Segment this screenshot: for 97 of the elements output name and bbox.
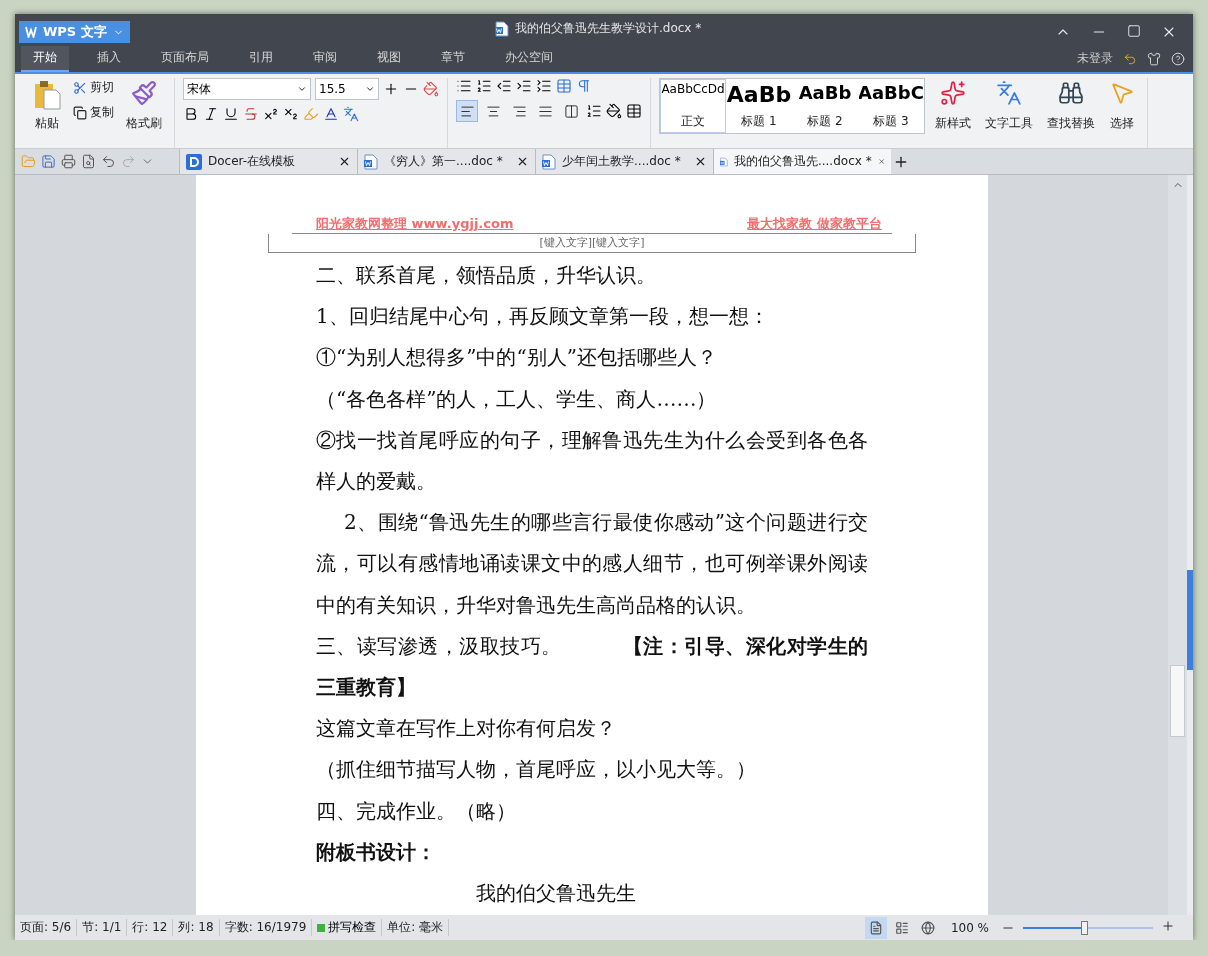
paste-button[interactable]: 粘贴 bbox=[29, 78, 65, 134]
save-icon[interactable] bbox=[41, 154, 56, 169]
font-color-icon[interactable] bbox=[323, 106, 339, 122]
justify-icon bbox=[537, 103, 553, 119]
indent-icon[interactable] bbox=[516, 78, 532, 94]
document-tab[interactable]: 《穷人》第一....doc * bbox=[357, 149, 535, 174]
sparkle-icon bbox=[940, 80, 966, 106]
paragraph: 三、读写渗透，汲取技巧。 【注：引导、深化对学生的三重教育】 bbox=[316, 632, 868, 702]
scissors-icon bbox=[73, 80, 87, 95]
shading-icon[interactable] bbox=[606, 103, 622, 119]
status-text: 字数: 16/1979 bbox=[219, 919, 313, 936]
numbered-list-icon[interactable] bbox=[476, 78, 492, 94]
close-icon[interactable] bbox=[338, 155, 351, 168]
subscript-icon[interactable] bbox=[283, 106, 299, 122]
align-left-icon bbox=[459, 103, 475, 119]
undo-icon[interactable] bbox=[101, 154, 116, 169]
format-painter-button[interactable]: 格式刷 bbox=[122, 78, 166, 134]
tool-button[interactable]: 选择 bbox=[1105, 78, 1139, 134]
align-center-icon bbox=[485, 103, 501, 119]
paragraph: （抓住细节描写人物，首尾呼应，以小见大等。） bbox=[316, 756, 757, 784]
bullet-list-icon[interactable] bbox=[456, 78, 472, 94]
close-icon[interactable] bbox=[516, 155, 529, 168]
document-tab[interactable]: Docer-在线模板 bbox=[179, 149, 357, 174]
spell-check-button[interactable]: 拼写检查 bbox=[312, 919, 383, 936]
menu-tab[interactable]: 页面布局 bbox=[149, 46, 221, 72]
align-right-icon bbox=[511, 103, 527, 119]
header-left-text: 阳光家教网整理 www.ygjj.com bbox=[316, 215, 514, 233]
underline-icon[interactable] bbox=[223, 106, 239, 122]
menu-tab[interactable]: 办公空间 bbox=[493, 46, 565, 72]
menu-tab[interactable]: 开始 bbox=[21, 46, 69, 72]
status-text: 节: 1/1 bbox=[77, 919, 128, 936]
paragraph: 四、完成作业。（略） bbox=[316, 797, 517, 825]
header-right-text: 最大找家教 做家教平台 bbox=[747, 215, 882, 233]
tool-button[interactable]: 文字工具 bbox=[981, 78, 1037, 134]
maximize-icon[interactable] bbox=[1127, 24, 1141, 38]
copy-icon bbox=[73, 105, 87, 120]
menu-tab[interactable]: 视图 bbox=[365, 46, 413, 72]
status-text: 列: 18 bbox=[173, 919, 220, 936]
document-tab[interactable]: 少年闰土教学....doc * bbox=[535, 149, 713, 174]
italic-icon[interactable] bbox=[203, 106, 219, 122]
document-icon bbox=[364, 153, 378, 170]
paragraph: 我的伯父鲁迅先生 bbox=[475, 880, 637, 908]
document-tab[interactable]: 我的伯父鲁迅先....docx * bbox=[713, 149, 891, 174]
caret-icon bbox=[297, 84, 307, 94]
paragraph: ①“为别人想得多”中的“别人”还包括哪些人？ bbox=[316, 344, 718, 372]
print-icon[interactable] bbox=[61, 154, 76, 169]
scroll-thumb[interactable] bbox=[1170, 665, 1185, 737]
login-status[interactable]: 未登录 bbox=[1077, 50, 1113, 67]
page-view-icon[interactable] bbox=[864, 916, 887, 939]
document-icon bbox=[495, 20, 509, 37]
clipboard-icon bbox=[33, 80, 61, 110]
menu-tab[interactable]: 审阅 bbox=[301, 46, 349, 72]
binoculars-icon bbox=[1058, 80, 1084, 106]
font-name-field[interactable]: 宋体 bbox=[183, 78, 311, 100]
unit-text: 单位: 毫米 bbox=[382, 919, 450, 936]
paintbrush-icon bbox=[131, 80, 157, 106]
zoom-reading: 100 % bbox=[950, 920, 989, 935]
menu-tab[interactable]: 章节 bbox=[429, 46, 477, 72]
document-icon bbox=[542, 153, 556, 170]
tool-button[interactable]: 查找替换 bbox=[1043, 78, 1099, 134]
side-panel-handle[interactable] bbox=[1187, 570, 1193, 670]
caret-icon bbox=[365, 84, 375, 94]
paragraph: 1、回归结尾中心句，再反顾文章第一段，想一想： bbox=[316, 303, 770, 331]
border-icon[interactable] bbox=[626, 103, 642, 119]
zoom-in-icon[interactable] bbox=[1161, 919, 1175, 933]
paragraph: 二、联系首尾，领悟品质，升华认识。 bbox=[316, 262, 657, 289]
close-icon[interactable] bbox=[694, 155, 707, 168]
phonetic-icon[interactable] bbox=[343, 106, 359, 122]
superscript-icon[interactable] bbox=[263, 106, 279, 122]
cut-button[interactable]: 剪切 bbox=[71, 78, 116, 97]
grow-font-icon[interactable] bbox=[383, 81, 399, 97]
help-icon[interactable] bbox=[1171, 51, 1185, 66]
docer-icon bbox=[186, 153, 202, 170]
paragraph: ②找一找首尾呼应的句子，理解鲁迅先生为什么会受到各色各样人的爱戴。 bbox=[316, 426, 868, 495]
paragraph: 2、围绕“鲁迅先生的哪些言行最使你感动”这个问题进行交流，可以有感情地诵读课文中的感人细节，也可例举课外阅读中的有关知识，升华对鲁迅先生高尚品格的认识。 bbox=[316, 509, 868, 619]
status-text: 行: 12 bbox=[127, 919, 174, 936]
copy-button[interactable]: 复制 bbox=[71, 103, 116, 122]
window-title: 我的伯父鲁迅先生教学设计.docx * bbox=[515, 20, 702, 37]
align-left-icon[interactable] bbox=[456, 100, 478, 122]
paragraph-mark-icon[interactable] bbox=[576, 78, 592, 94]
print-preview-icon[interactable] bbox=[81, 154, 96, 169]
menu-tab[interactable]: 引用 bbox=[237, 46, 285, 72]
translate-icon bbox=[996, 80, 1022, 106]
status-text: 页面: 5/6 bbox=[15, 919, 78, 936]
paragraph: （“各色各样”的人，工人、学生、商人……） bbox=[316, 385, 718, 413]
paragraph: 这篇文章在写作上对你有何启发？ bbox=[316, 715, 617, 743]
paragraph: 附板书设计： bbox=[316, 838, 437, 866]
font-size-field[interactable]: 15.5 bbox=[315, 78, 379, 100]
strikethrough-icon[interactable] bbox=[243, 106, 259, 122]
menu-tab[interactable]: 插入 bbox=[85, 46, 133, 72]
shirt-icon[interactable] bbox=[1147, 51, 1161, 66]
style-item[interactable]: AaBbCcDd 正文 bbox=[660, 79, 726, 133]
outdent-icon[interactable] bbox=[496, 78, 512, 94]
tool-button[interactable]: 新样式 bbox=[931, 78, 975, 134]
bold-icon[interactable] bbox=[183, 106, 199, 122]
vertical-scrollbar[interactable] bbox=[1168, 175, 1187, 915]
logo-icon bbox=[25, 26, 37, 38]
